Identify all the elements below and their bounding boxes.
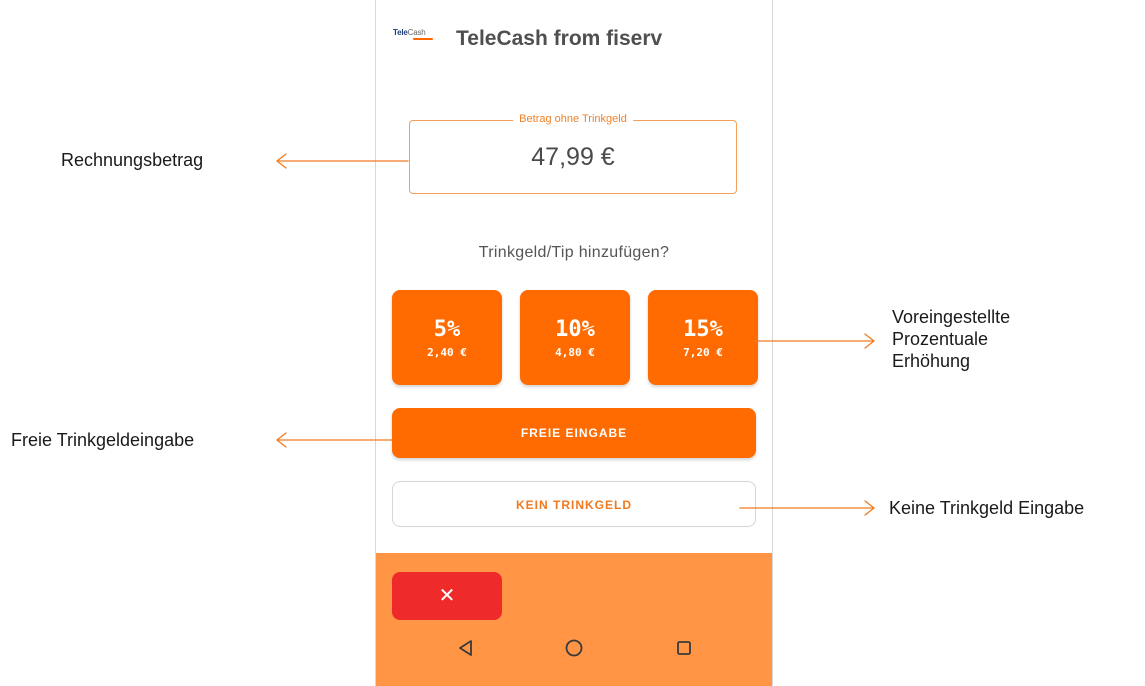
annotation-kein-trinkgeld: Keine Trinkgeld Eingabe [889, 498, 1085, 518]
annotation-voreingestellt-line1: Voreingestellte [892, 307, 1011, 327]
arrow-rechnungsbetrag [276, 153, 409, 169]
annotation-voreingestellt-line3: Erhöhung [892, 351, 971, 371]
stage: TeleCash TeleCash from fiserv Betrag ohn… [0, 0, 1145, 686]
annotation-rechnungsbetrag: Rechnungsbetrag [61, 150, 204, 170]
annotation-freie-eingabe: Freie Trinkgeldeingabe [11, 430, 195, 450]
arrow-keine [739, 500, 875, 516]
arrow-voreingestellt [753, 333, 875, 349]
annotation-voreingestellt: Voreingestellte Prozentuale Erhöhung [892, 306, 1010, 372]
arrow-freie [276, 432, 393, 448]
annotation-voreingestellt-line2: Prozentuale [892, 329, 989, 349]
